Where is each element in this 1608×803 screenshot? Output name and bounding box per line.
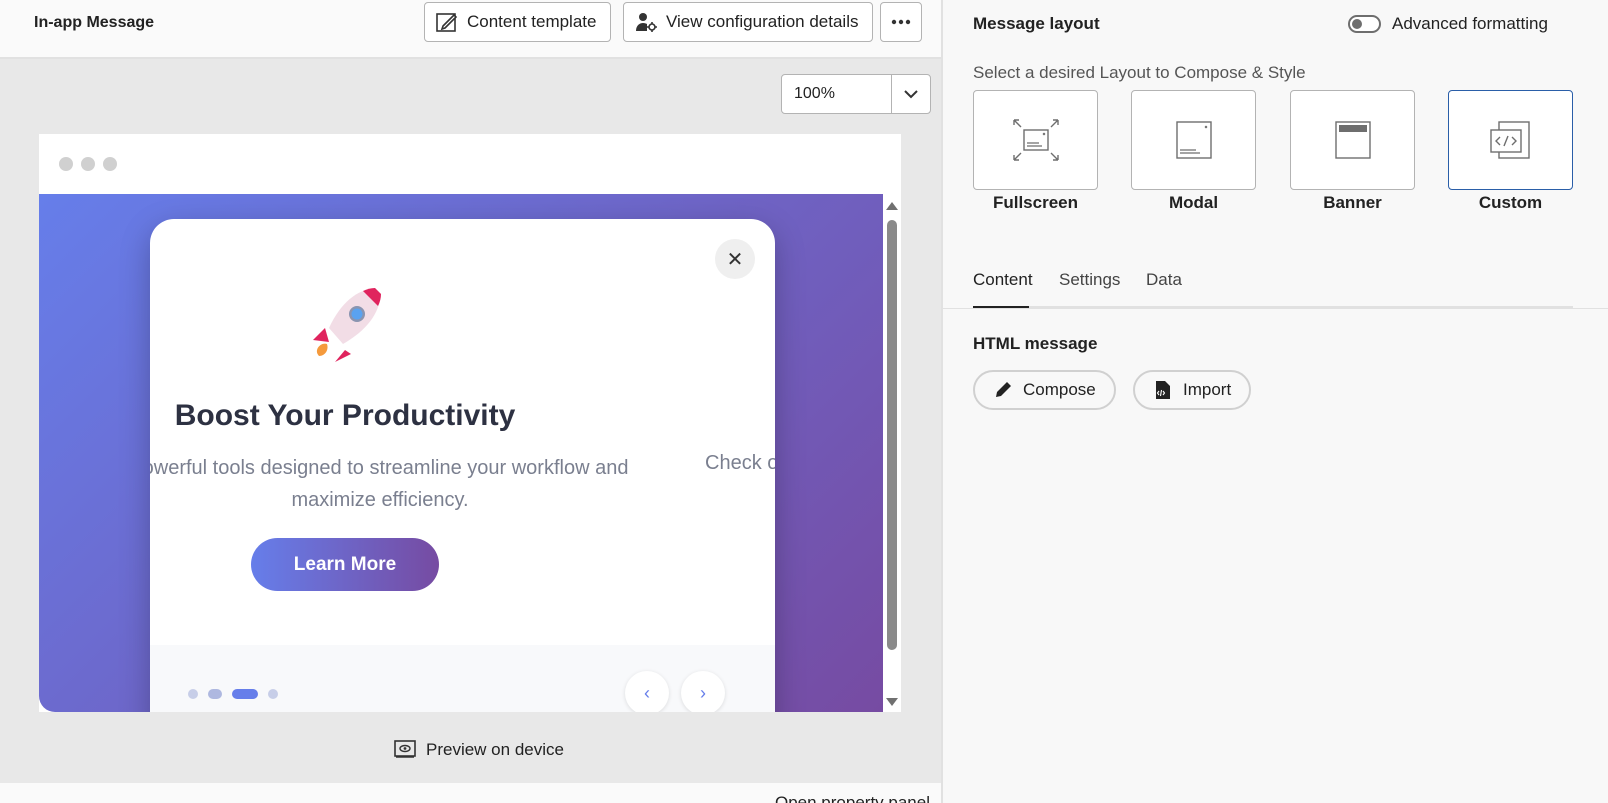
toggle-knob bbox=[1352, 19, 1362, 29]
learn-more-button[interactable]: Learn More bbox=[251, 538, 439, 591]
layout-label-banner: Banner bbox=[1323, 193, 1382, 212]
banner-layout-icon bbox=[1334, 121, 1371, 159]
compose-label: Compose bbox=[1023, 380, 1096, 399]
advanced-formatting-label[interactable]: Advanced formatting bbox=[1392, 14, 1548, 34]
import-html-file-icon bbox=[1156, 381, 1170, 399]
window-dot-icon bbox=[81, 157, 95, 171]
import-label: Import bbox=[1183, 380, 1232, 399]
carousel-dot[interactable] bbox=[208, 689, 222, 699]
window-titlebar bbox=[39, 134, 901, 194]
message-layout-title: Message layout bbox=[973, 14, 1100, 33]
compose-button[interactable]: Compose bbox=[973, 370, 1116, 410]
layout-option-fullscreen[interactable] bbox=[973, 90, 1098, 190]
window-dot-icon bbox=[103, 157, 117, 171]
layout-select-hint: Select a desired Layout to Compose & Sty… bbox=[973, 63, 1306, 82]
zoom-dropdown-toggle[interactable] bbox=[892, 75, 930, 113]
zoom-value[interactable]: 100% bbox=[782, 75, 892, 113]
layout-option-banner[interactable] bbox=[1290, 90, 1415, 190]
user-settings-icon bbox=[636, 13, 657, 32]
html-message-heading: HTML message bbox=[973, 334, 1098, 353]
fullscreen-layout-icon bbox=[1012, 119, 1059, 161]
advanced-formatting-toggle[interactable] bbox=[1348, 15, 1381, 33]
template-edit-icon bbox=[436, 13, 458, 32]
scrollbar-thumb[interactable] bbox=[887, 220, 897, 650]
carousel-footer: ‹ › bbox=[150, 645, 775, 712]
rocket-icon bbox=[313, 288, 381, 362]
panel-tabs: Content Settings Data bbox=[943, 262, 1573, 310]
message-description: powerful tools designed to streamline yo… bbox=[150, 457, 629, 511]
carousel-dot-active[interactable] bbox=[232, 689, 258, 699]
carousel-dot[interactable] bbox=[188, 689, 198, 699]
message-viewport: ✕ Boost Your Productivity powerful tools… bbox=[39, 194, 883, 712]
device-preview-icon bbox=[394, 740, 416, 758]
properties-panel: Message layout Advanced formatting Selec… bbox=[943, 0, 1608, 803]
layout-option-custom[interactable] bbox=[1448, 90, 1573, 190]
carousel-dot[interactable] bbox=[268, 689, 278, 699]
modal-layout-icon bbox=[1175, 121, 1212, 159]
preview-on-device-label: Preview on device bbox=[426, 740, 564, 759]
next-slide-peek-text: Check o bbox=[705, 452, 775, 474]
import-button[interactable]: Import bbox=[1133, 370, 1252, 410]
custom-code-layout-icon bbox=[1489, 121, 1530, 159]
chevron-down-icon bbox=[904, 89, 918, 98]
scroll-down-arrow-icon[interactable] bbox=[886, 698, 898, 706]
more-horizontal-icon bbox=[891, 19, 911, 25]
preview-pane: In-app Message Content template View con… bbox=[0, 0, 941, 803]
layout-label-custom: Custom bbox=[1478, 193, 1543, 212]
layout-label-fullscreen: Fullscreen bbox=[992, 193, 1079, 212]
layout-label-modal: Modal bbox=[1168, 193, 1219, 212]
content-template-label: Content template bbox=[467, 12, 597, 31]
view-configuration-button[interactable]: View configuration details bbox=[623, 2, 874, 42]
message-headline: Boost Your Productivity bbox=[174, 399, 516, 432]
tab-data[interactable]: Data bbox=[1146, 270, 1182, 290]
browser-preview-window: ✕ Boost Your Productivity powerful tools… bbox=[39, 134, 901, 712]
view-configuration-label: View configuration details bbox=[666, 12, 859, 31]
tab-settings[interactable]: Settings bbox=[1059, 270, 1120, 290]
more-actions-button[interactable] bbox=[880, 2, 922, 42]
scroll-up-arrow-icon[interactable] bbox=[886, 202, 898, 210]
page-title: In-app Message bbox=[34, 14, 155, 31]
editor-header: In-app Message Content template View con… bbox=[0, 0, 941, 59]
in-app-message-card: ✕ Boost Your Productivity powerful tools… bbox=[150, 219, 775, 712]
zoom-select[interactable]: 100% bbox=[781, 74, 931, 114]
layout-option-modal[interactable] bbox=[1131, 90, 1256, 190]
window-dot-icon bbox=[59, 157, 73, 171]
carousel-prev-button[interactable]: ‹ bbox=[625, 671, 669, 712]
message-close-button[interactable]: ✕ bbox=[715, 239, 755, 279]
open-property-panel-link[interactable]: Open property panel bbox=[775, 793, 930, 803]
tab-content[interactable]: Content bbox=[973, 270, 1033, 290]
preview-scrollbar[interactable] bbox=[883, 194, 901, 712]
section-divider bbox=[943, 308, 1608, 309]
preview-on-device-button[interactable]: Preview on device bbox=[394, 740, 564, 760]
content-template-button[interactable]: Content template bbox=[424, 2, 612, 42]
pencil-icon bbox=[996, 382, 1011, 397]
carousel-next-button[interactable]: › bbox=[681, 671, 725, 712]
